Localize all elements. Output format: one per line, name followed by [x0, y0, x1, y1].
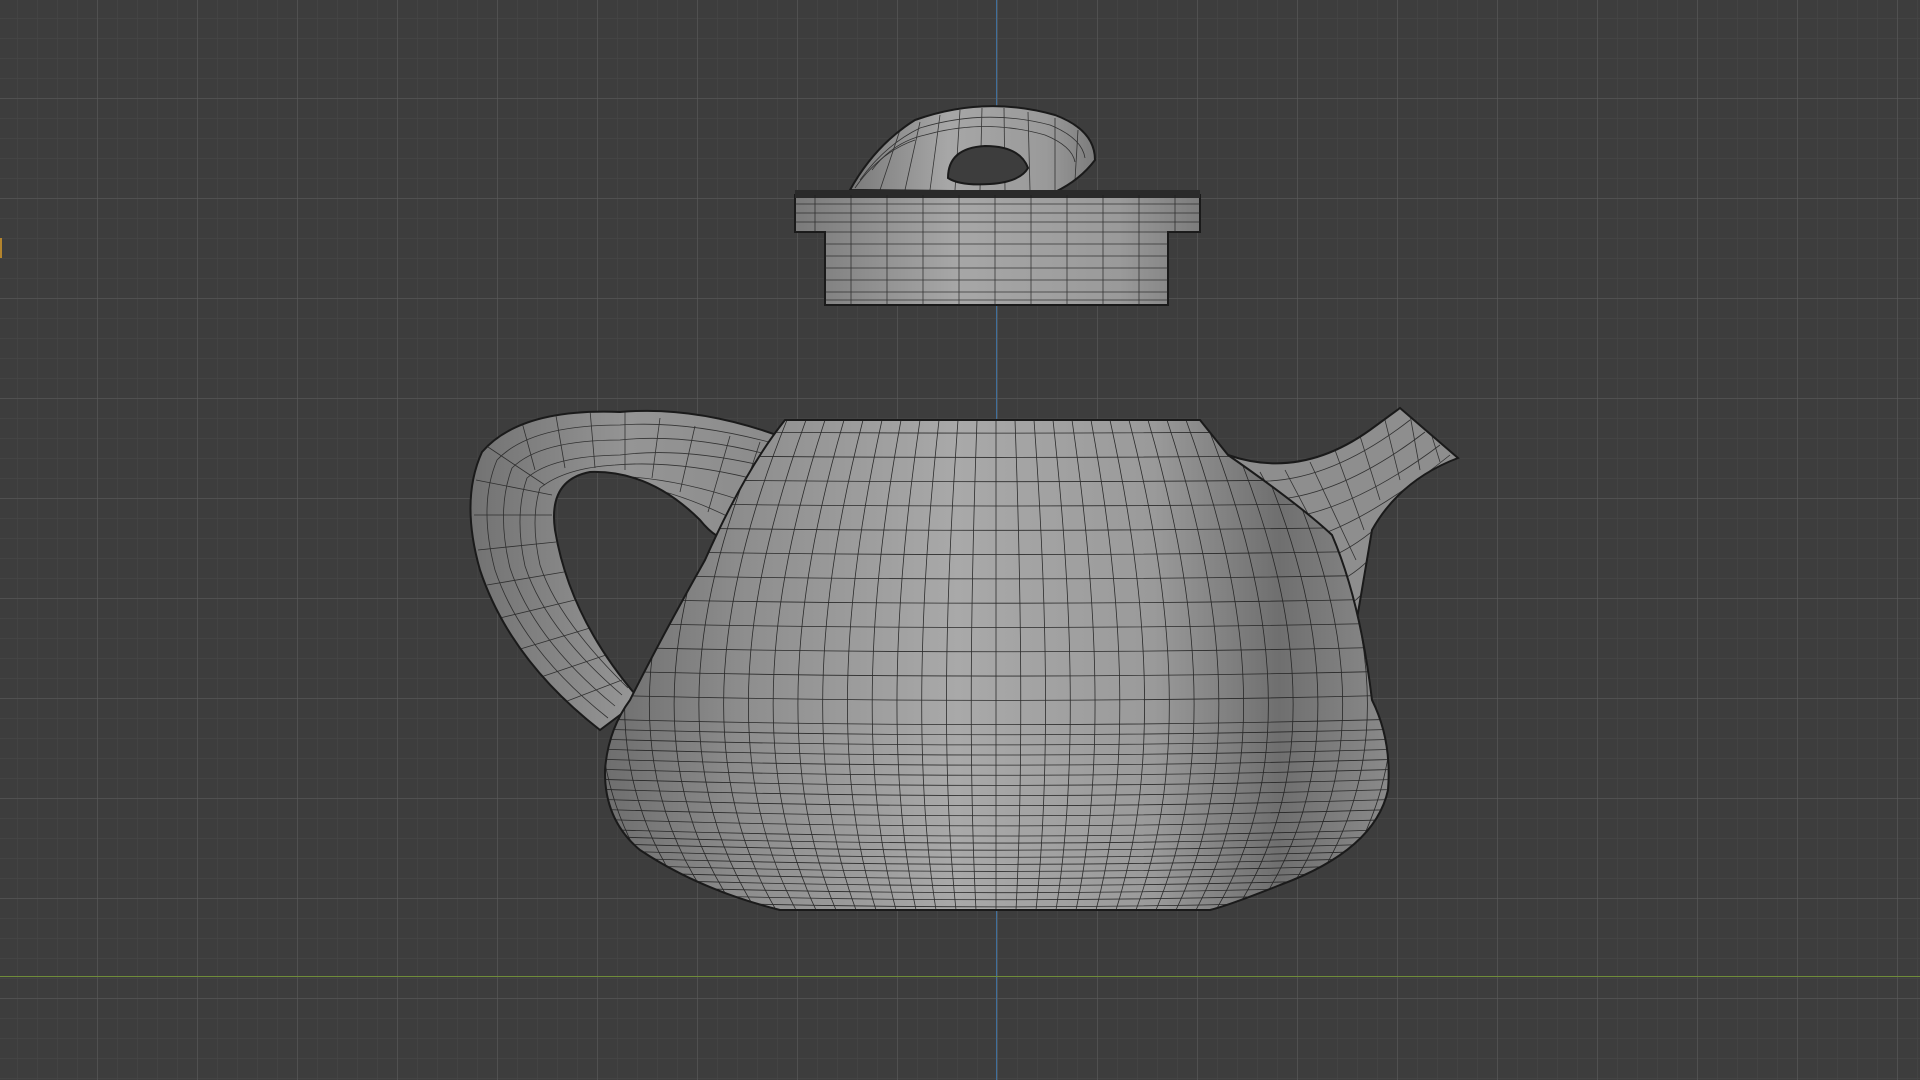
3d-viewport[interactable]	[0, 0, 1920, 1080]
mesh-edge	[1395, 420, 1516, 910]
lid-knob[interactable]	[848, 105, 1097, 194]
teapot-lid[interactable]	[790, 190, 1205, 306]
mesh-edge	[1414, 420, 1541, 910]
teapot-model[interactable]	[0, 0, 1920, 1080]
